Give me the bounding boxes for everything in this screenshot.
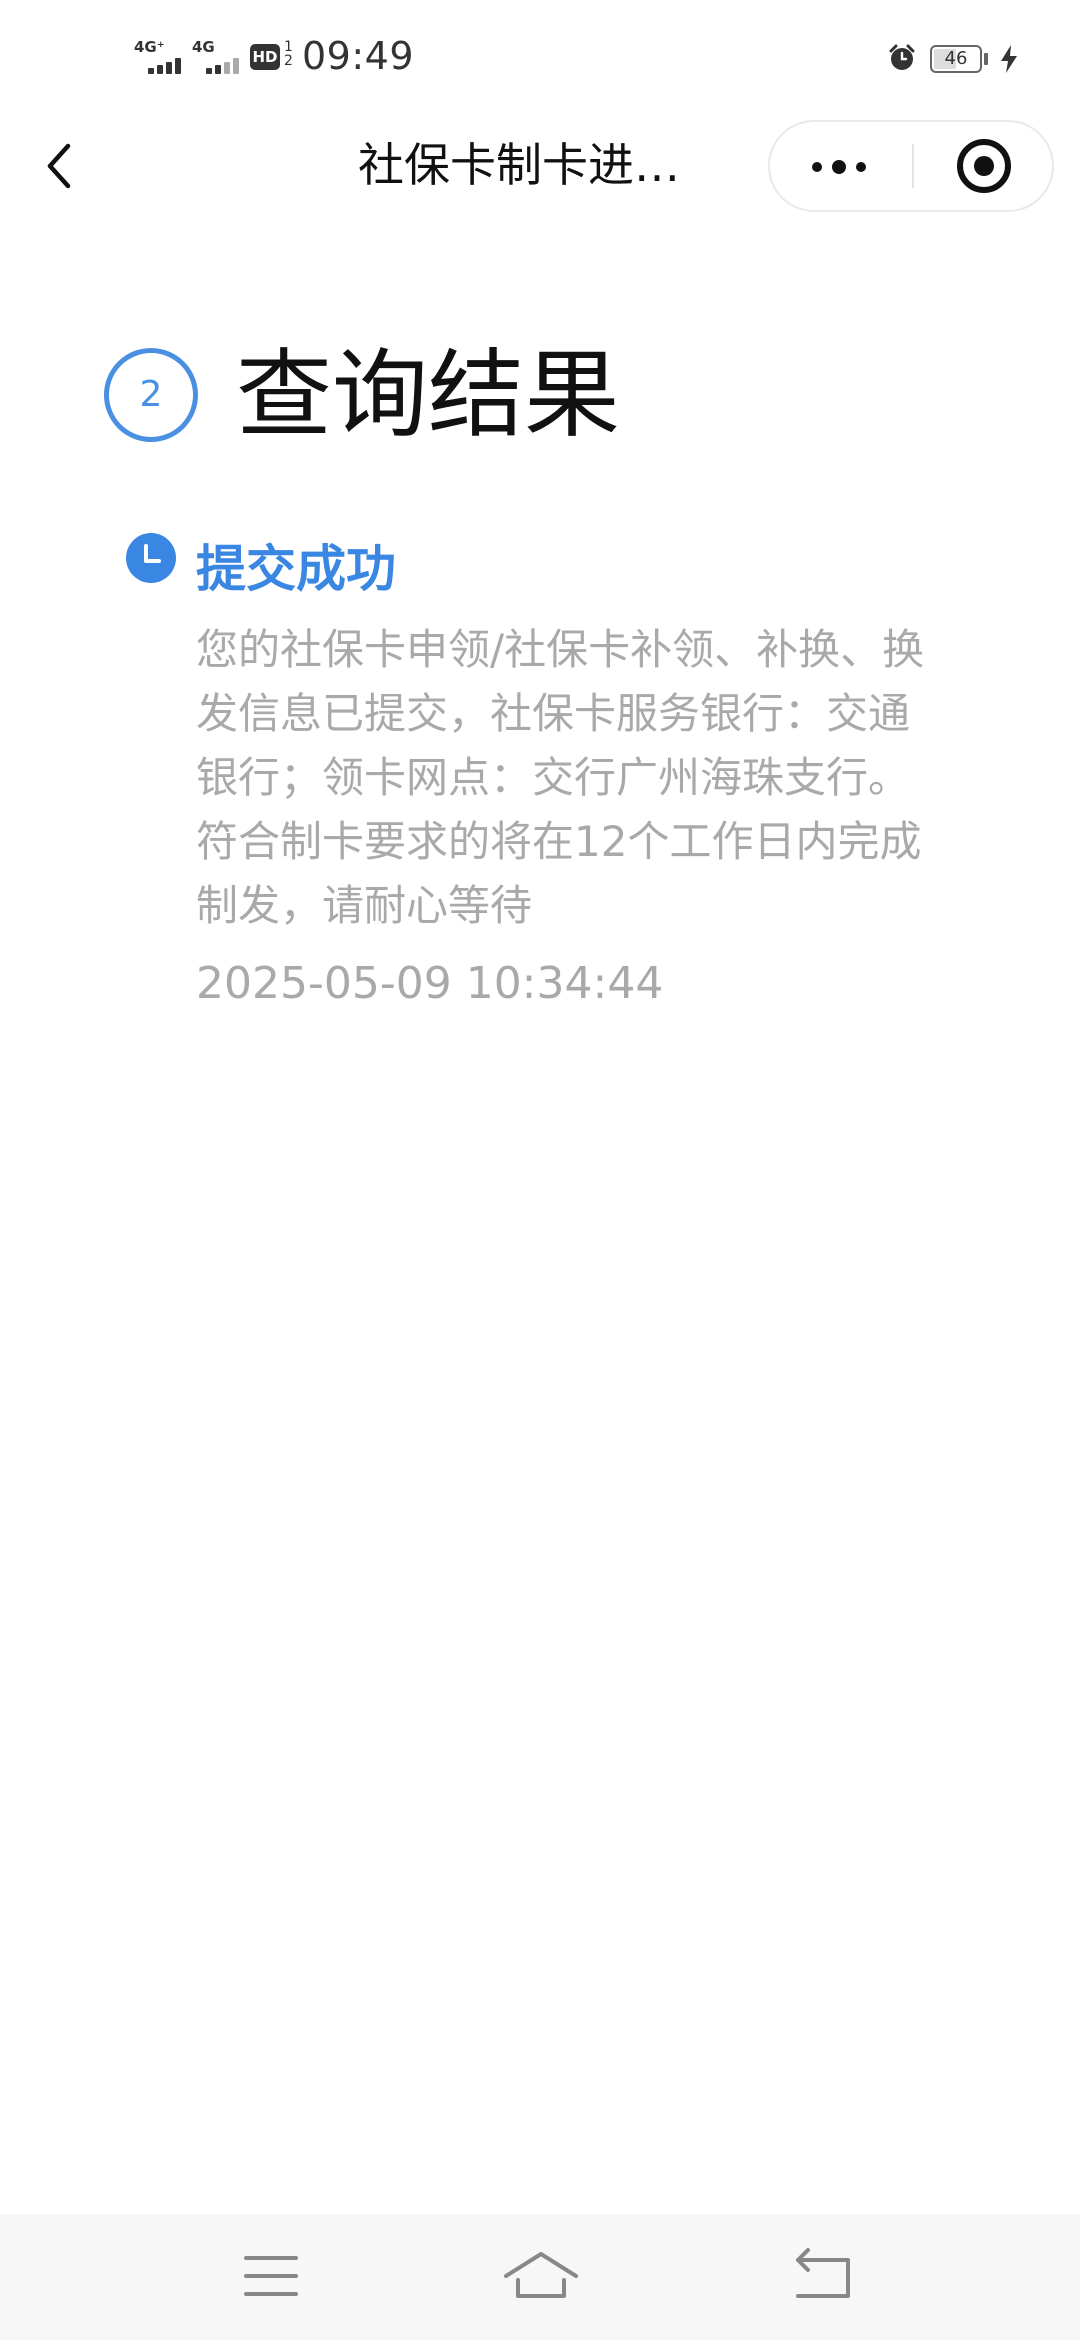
status-description: 您的社保卡申领/社保卡补领、补换、换发信息已提交，社保卡服务银行：交通银行；领卡… [196, 625, 925, 930]
chevron-left-icon [47, 143, 71, 189]
page: 4G⁺ 4G HD 1 2 09:49 46 社保卡制卡进… 2 查询结果 提交… [0, 0, 1080, 2340]
charging-bolt-icon [1001, 45, 1017, 73]
step-number-badge: 2 [104, 348, 198, 442]
menu-icon [244, 2256, 298, 2296]
network-type-2: 4G [192, 38, 215, 56]
more-button[interactable] [770, 122, 912, 210]
navigation-bar: 社保卡制卡进… [0, 120, 1080, 212]
back-button[interactable] [38, 138, 88, 194]
close-button[interactable] [914, 122, 1054, 210]
section-title: 查询结果 [236, 339, 620, 451]
clock-icon [126, 533, 176, 583]
signal-bars-1-icon [148, 58, 190, 74]
battery-terminal [984, 53, 988, 65]
menu-button[interactable] [226, 2236, 316, 2316]
alarm-icon [889, 44, 915, 70]
battery-icon: 46 [930, 45, 982, 73]
mini-program-capsule [768, 120, 1054, 212]
return-button[interactable] [778, 2236, 868, 2316]
status-time: 09:49 [302, 34, 415, 78]
hd-voice-icon: HD [250, 44, 280, 70]
home-button[interactable] [496, 2236, 586, 2316]
battery-percent: 46 [944, 48, 968, 69]
home-icon [504, 2252, 578, 2298]
network-type-1: 4G⁺ [134, 38, 165, 56]
hd-sim-indicator: 1 2 [284, 39, 293, 69]
status-bar: 4G⁺ 4G HD 1 2 09:49 46 [0, 0, 1080, 120]
return-icon [796, 2248, 850, 2298]
status-title: 提交成功 [196, 540, 396, 598]
system-navigation-bar [0, 2214, 1080, 2340]
status-timestamp: 2025-05-09 10:34:44 [196, 958, 664, 1009]
signal-bars-2-icon [206, 58, 248, 74]
page-title: 社保卡制卡进… [358, 138, 680, 192]
